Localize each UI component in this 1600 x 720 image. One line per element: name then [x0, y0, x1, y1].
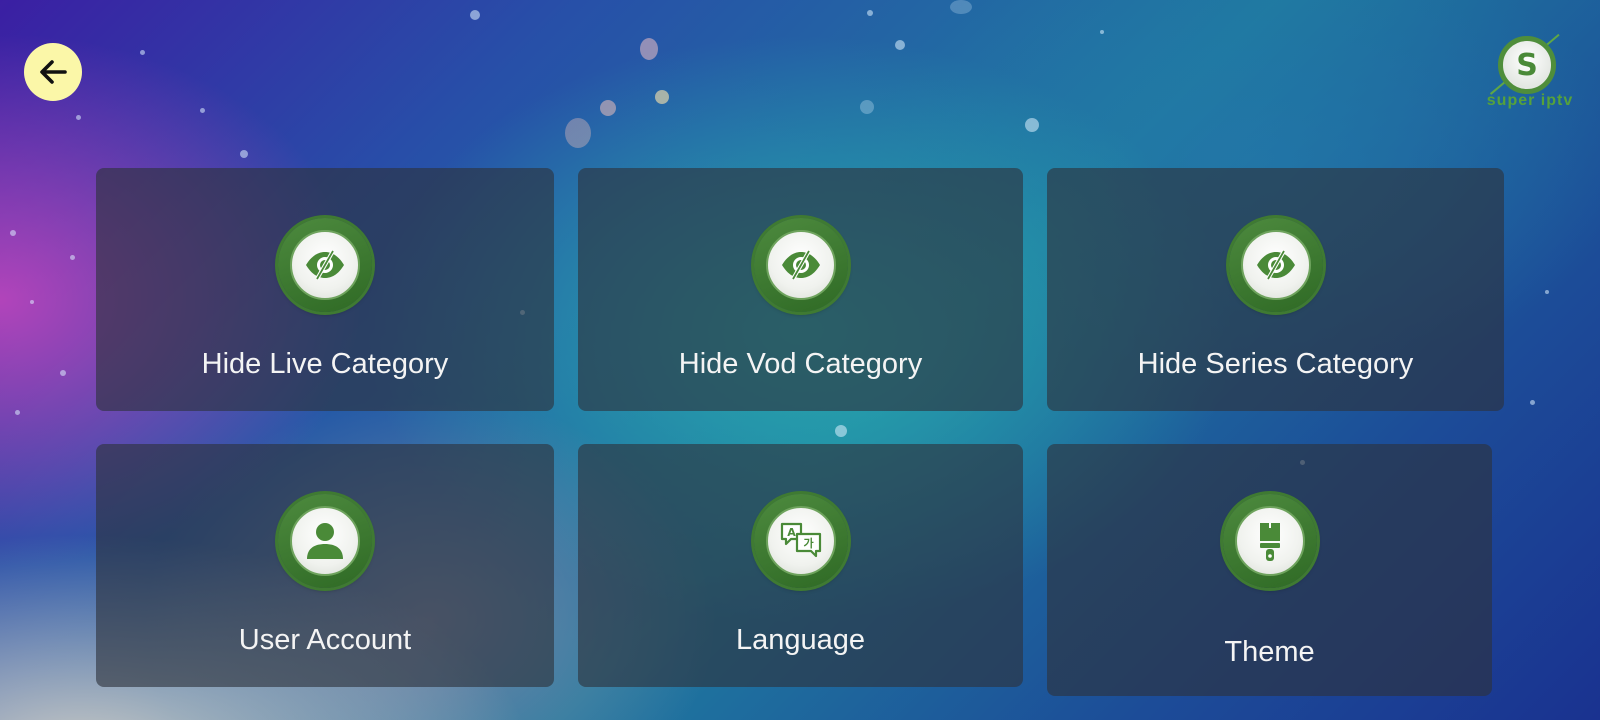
hide-series-category-card[interactable]: Hide Series Category — [1047, 168, 1504, 411]
card-label: Hide Live Category — [201, 348, 449, 380]
eye-slash-icon — [778, 242, 824, 288]
card-label: Theme — [1224, 636, 1315, 668]
language-card[interactable]: A 가 Language — [578, 444, 1023, 687]
card-label: Language — [735, 624, 866, 656]
hide-vod-category-card[interactable]: Hide Vod Category — [578, 168, 1023, 411]
paint-brush-icon — [1246, 517, 1294, 565]
card-label: Hide Vod Category — [678, 348, 923, 380]
translate-icon: A 가 — [777, 517, 825, 565]
hide-live-category-card[interactable]: Hide Live Category — [96, 168, 554, 411]
arrow-left-icon — [36, 55, 70, 89]
eye-slash-icon — [302, 242, 348, 288]
eye-slash-icon — [1253, 242, 1299, 288]
back-button[interactable] — [24, 43, 82, 101]
svg-text:가: 가 — [803, 536, 813, 550]
app-logo: S super iptv — [1478, 33, 1582, 116]
user-icon — [301, 517, 349, 565]
card-label: User Account — [238, 624, 412, 656]
logo-text: super iptv — [1486, 92, 1574, 109]
user-account-card[interactable]: User Account — [96, 444, 554, 687]
logo-letter: S — [1516, 47, 1538, 83]
theme-card[interactable]: Theme — [1047, 444, 1492, 696]
svg-text:A: A — [787, 526, 796, 539]
card-label: Hide Series Category — [1137, 348, 1414, 380]
